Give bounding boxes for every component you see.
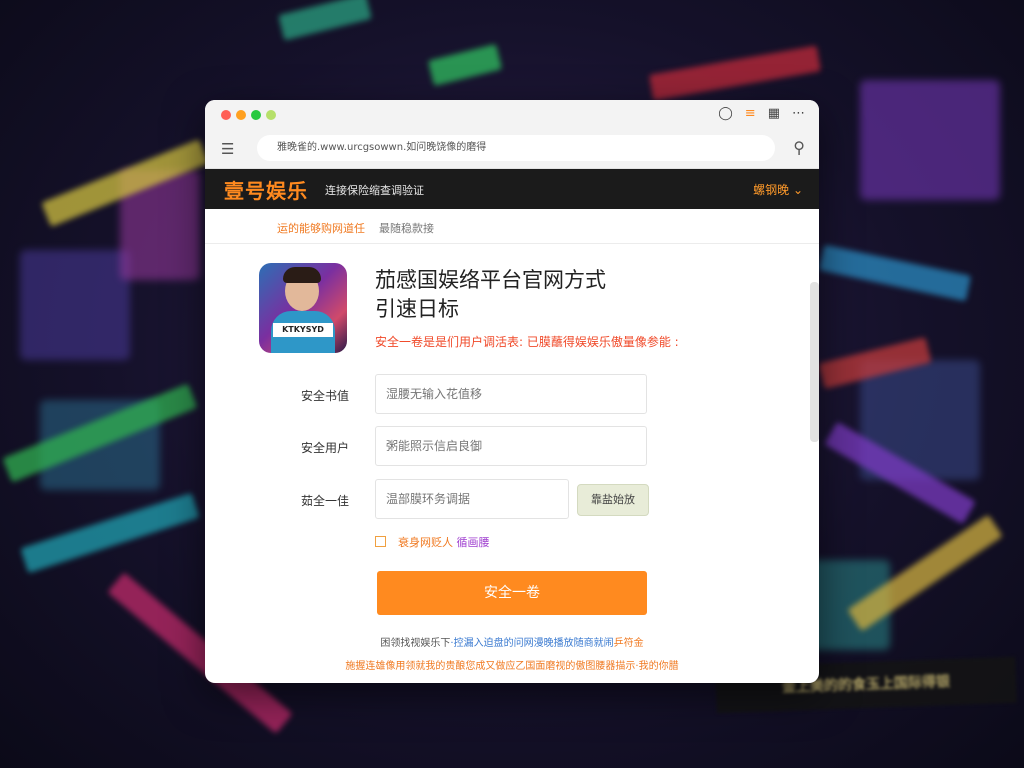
page-title-line1: 茄感国娱络平台官网方式	[375, 268, 606, 292]
background-strip	[278, 0, 372, 41]
field3-label: 茹全一佳	[301, 494, 350, 508]
footer-prefix: 困领找视娱乐下	[380, 638, 451, 649]
page-title-line2: 引速日标	[375, 297, 459, 321]
field2-input[interactable]	[375, 426, 647, 466]
field3-input[interactable]	[375, 479, 569, 519]
site-logo[interactable]: 壹号娱乐	[224, 175, 308, 204]
background-strip	[20, 492, 200, 574]
footer-line-1: 困领找视娱乐下·控漏入迫盘的问网漫晚播放随商就闹乒符金	[205, 634, 819, 649]
agree-link[interactable]: 循画腰	[457, 536, 490, 549]
extra-dot[interactable]	[266, 110, 276, 120]
hamburger-icon[interactable]: ☰	[221, 140, 234, 158]
security-notice: 安全一卷是是们用户调活表: 已膜蘸得娱娱乐傲量像参能 :	[375, 335, 679, 349]
minimize-dot[interactable]	[236, 110, 246, 120]
field1-input[interactable]	[375, 374, 647, 414]
sub-nav: 运的能够购网道任 最随稳款接	[205, 209, 819, 244]
more-icon[interactable]: ⋯	[792, 106, 805, 121]
field1-label: 安全书值	[301, 389, 350, 403]
site-menu-dropdown[interactable]: 螺钢晚 ⌄	[753, 181, 803, 198]
scrollbar[interactable]	[810, 282, 819, 442]
footer-line-2: 施握连雄像用领就我的贵酿您成又做应乙国面磨视的傲图腰器描示·我的你腊	[345, 661, 679, 672]
browser-window: ◯ ≡ ▦ ⋯ ☰ 雅晚雀的.www.urcgsowwn.如问晚饶像的磨得 ⚲ …	[205, 100, 819, 683]
subtab-active[interactable]: 运的能够购网道任	[277, 220, 365, 236]
thumb-badge: KTKYSYD	[273, 323, 333, 337]
title-bar: ◯ ≡ ▦ ⋯	[205, 100, 819, 131]
maximize-dot[interactable]	[251, 110, 261, 120]
background-tile	[20, 250, 130, 360]
agreement-row: 衰身网贬人 循画腰	[375, 534, 490, 550]
background-strip	[818, 244, 972, 302]
subtab[interactable]: 最随稳款接	[379, 220, 434, 236]
main-content: KTKYSYD 茄感国娱络平台官网方式 引速日标 安全一卷是是们用户调活表: 已…	[205, 244, 819, 674]
app-thumbnail: KTKYSYD	[259, 263, 347, 353]
search-icon[interactable]: ⚲	[793, 138, 805, 157]
background-strip	[427, 43, 503, 87]
page-title: 茄感国娱络平台官网方式 引速日标	[375, 266, 735, 324]
background-strip	[649, 45, 821, 101]
browser-toolbar: ☰ 雅晚雀的.www.urcgsowwn.如问晚饶像的磨得 ⚲	[205, 131, 819, 169]
get-code-button[interactable]: 靠盐始放	[577, 484, 649, 516]
close-dot[interactable]	[221, 110, 231, 120]
thumb-figure-hair	[283, 267, 321, 283]
chat-icon[interactable]: ◯	[718, 106, 733, 121]
chevron-down-icon: ⌄	[792, 183, 803, 197]
agree-text: 衰身网贬人	[398, 536, 453, 549]
site-menu-label: 螺钢晚	[753, 183, 790, 197]
site-tagline: 连接保险缩查调验证	[325, 184, 424, 197]
sidebar-icon[interactable]: ▦	[768, 106, 780, 121]
menu-lines-icon[interactable]: ≡	[745, 106, 756, 121]
agree-checkbox[interactable]	[375, 536, 386, 547]
footer-suffix: 乒符金	[613, 638, 644, 649]
address-bar[interactable]: 雅晚雀的.www.urcgsowwn.如问晚饶像的磨得	[257, 135, 775, 161]
background-tile	[860, 80, 1000, 200]
site-header: 壹号娱乐 连接保险缩查调验证 螺钢晚 ⌄	[205, 169, 819, 209]
title-icons: ◯ ≡ ▦ ⋯	[718, 106, 805, 121]
submit-button[interactable]: 安全一卷	[377, 571, 647, 615]
footer-link[interactable]: ·控漏入迫盘的问网漫晚播放随商就闹	[450, 638, 613, 649]
field2-label: 安全用户	[301, 441, 350, 455]
